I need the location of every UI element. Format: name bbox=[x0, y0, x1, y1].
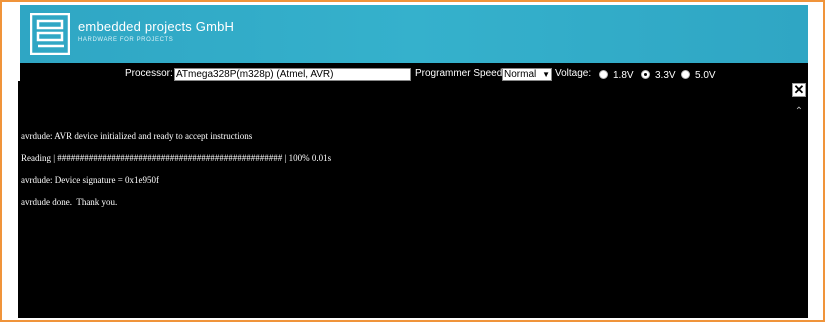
voltage-radio-5-0v[interactable] bbox=[681, 70, 690, 79]
chevron-down-icon: ▼ bbox=[542, 70, 550, 79]
company-tagline: HARDWARE FOR PROJECTS bbox=[78, 37, 174, 43]
voltage-option-1-8v: 1.8V bbox=[613, 70, 634, 81]
speed-select-value: Normal bbox=[504, 69, 537, 80]
close-icon[interactable]: ✕ bbox=[792, 83, 806, 97]
programmer-toolbar: Processor: ATmega328P(m328p) (Atmel, AVR… bbox=[20, 63, 808, 81]
log-line: Reading | ##############################… bbox=[21, 153, 332, 163]
voltage-label: Voltage: bbox=[555, 68, 592, 79]
company-logo-icon bbox=[30, 13, 70, 55]
log-line: avrdude: Device signature = 0x1e950f bbox=[21, 175, 160, 185]
voltage-option-3-3v: 3.3V bbox=[655, 70, 676, 81]
company-name: embedded projects GmbH bbox=[78, 19, 235, 34]
voltage-radio-3-3v[interactable] bbox=[641, 70, 650, 79]
processor-label: Processor: bbox=[125, 68, 173, 79]
processor-input[interactable]: ATmega328P(m328p) (Atmel, AVR) bbox=[174, 68, 411, 81]
site-header: embedded projects GmbH HARDWARE FOR PROJ… bbox=[20, 5, 808, 63]
scroll-up-icon[interactable]: ⌃ bbox=[794, 107, 804, 117]
speed-label: Programmer Speed: bbox=[415, 68, 506, 79]
voltage-option-5-0v: 5.0V bbox=[695, 70, 716, 81]
output-console: ✕ ⌃ avrdude: AVR device initialized and … bbox=[18, 81, 808, 318]
console-log: avrdude: AVR device initialized and read… bbox=[21, 131, 331, 219]
speed-select[interactable]: Normal ▼ bbox=[502, 68, 552, 81]
log-line: avrdude done. Thank you. bbox=[21, 197, 118, 207]
log-line: avrdude: AVR device initialized and read… bbox=[21, 131, 253, 141]
voltage-radio-1-8v[interactable] bbox=[599, 70, 608, 79]
